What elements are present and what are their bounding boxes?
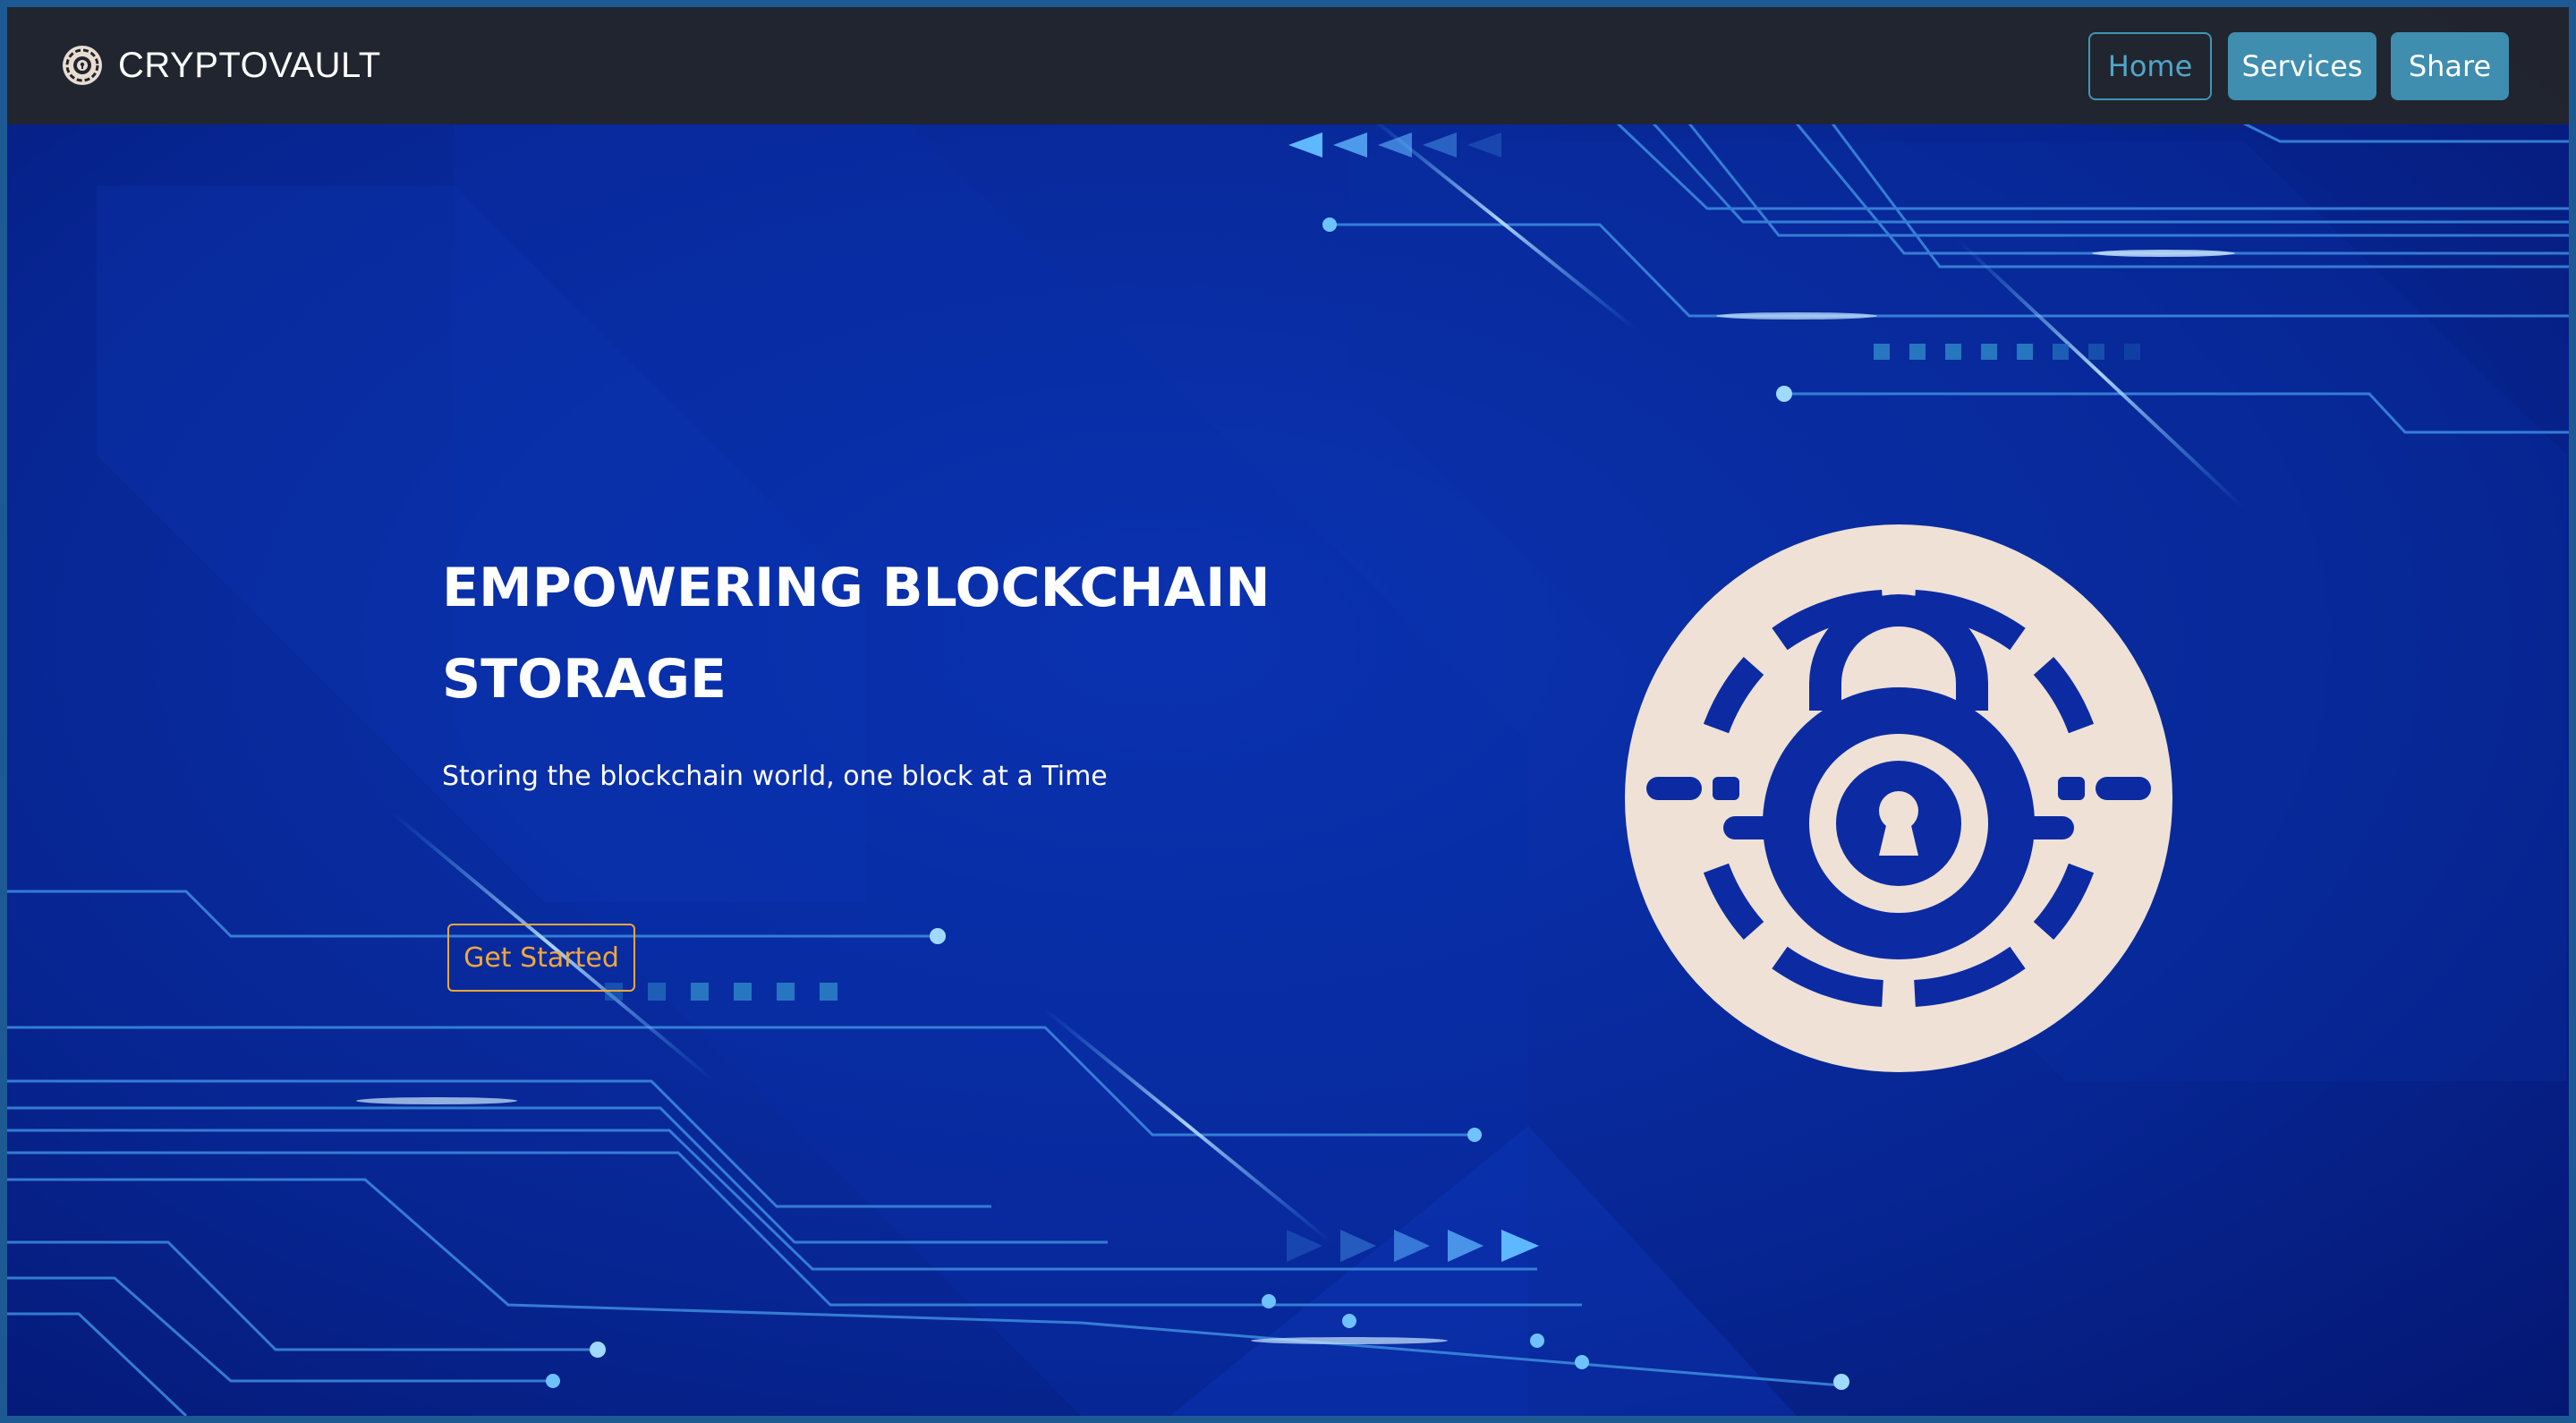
hero-title: EMPOWERING BLOCKCHAIN STORAGE (442, 557, 1271, 711)
padlock-vault-icon (1625, 524, 2172, 1072)
brand-name: CRYPTOVAULT (118, 45, 381, 85)
brand[interactable]: CRYPTOVAULT (61, 41, 381, 89)
navbar: CRYPTOVAULT Home Services Share (7, 7, 2569, 124)
hero-subtitle: Storing the blockchain world, one block … (442, 761, 1108, 792)
vault-logo-icon (63, 46, 102, 85)
nav-share-button[interactable]: Share (2391, 32, 2509, 100)
page-frame: CRYPTOVAULT Home Services Share EMPOWERI… (0, 0, 2576, 1423)
get-started-button[interactable]: Get Started (447, 924, 635, 992)
nav-home-button[interactable]: Home (2088, 32, 2212, 100)
nav-services-button[interactable]: Services (2228, 32, 2376, 100)
